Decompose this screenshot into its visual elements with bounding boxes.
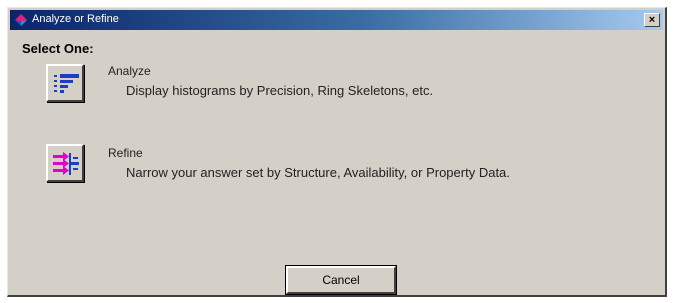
- histogram-icon: [54, 74, 79, 93]
- app-icon: [15, 14, 27, 26]
- analyze-title: Analyze: [108, 64, 151, 78]
- analyze-or-refine-dialog: Analyze or Refine × Select One: Analyze …: [7, 7, 667, 297]
- funnel-arrows-icon: [53, 152, 79, 175]
- cancel-button[interactable]: Cancel: [285, 265, 397, 295]
- close-button[interactable]: ×: [644, 13, 660, 27]
- window-title: Analyze or Refine: [32, 13, 119, 25]
- select-one-label: Select One:: [22, 41, 94, 56]
- analyze-description: Display histograms by Precision, Ring Sk…: [126, 83, 434, 98]
- analyze-button[interactable]: [46, 64, 84, 102]
- refine-description: Narrow your answer set by Structure, Ava…: [126, 165, 510, 180]
- title-bar[interactable]: Analyze or Refine ×: [10, 10, 663, 30]
- refine-button[interactable]: [46, 144, 84, 182]
- refine-title: Refine: [108, 146, 143, 160]
